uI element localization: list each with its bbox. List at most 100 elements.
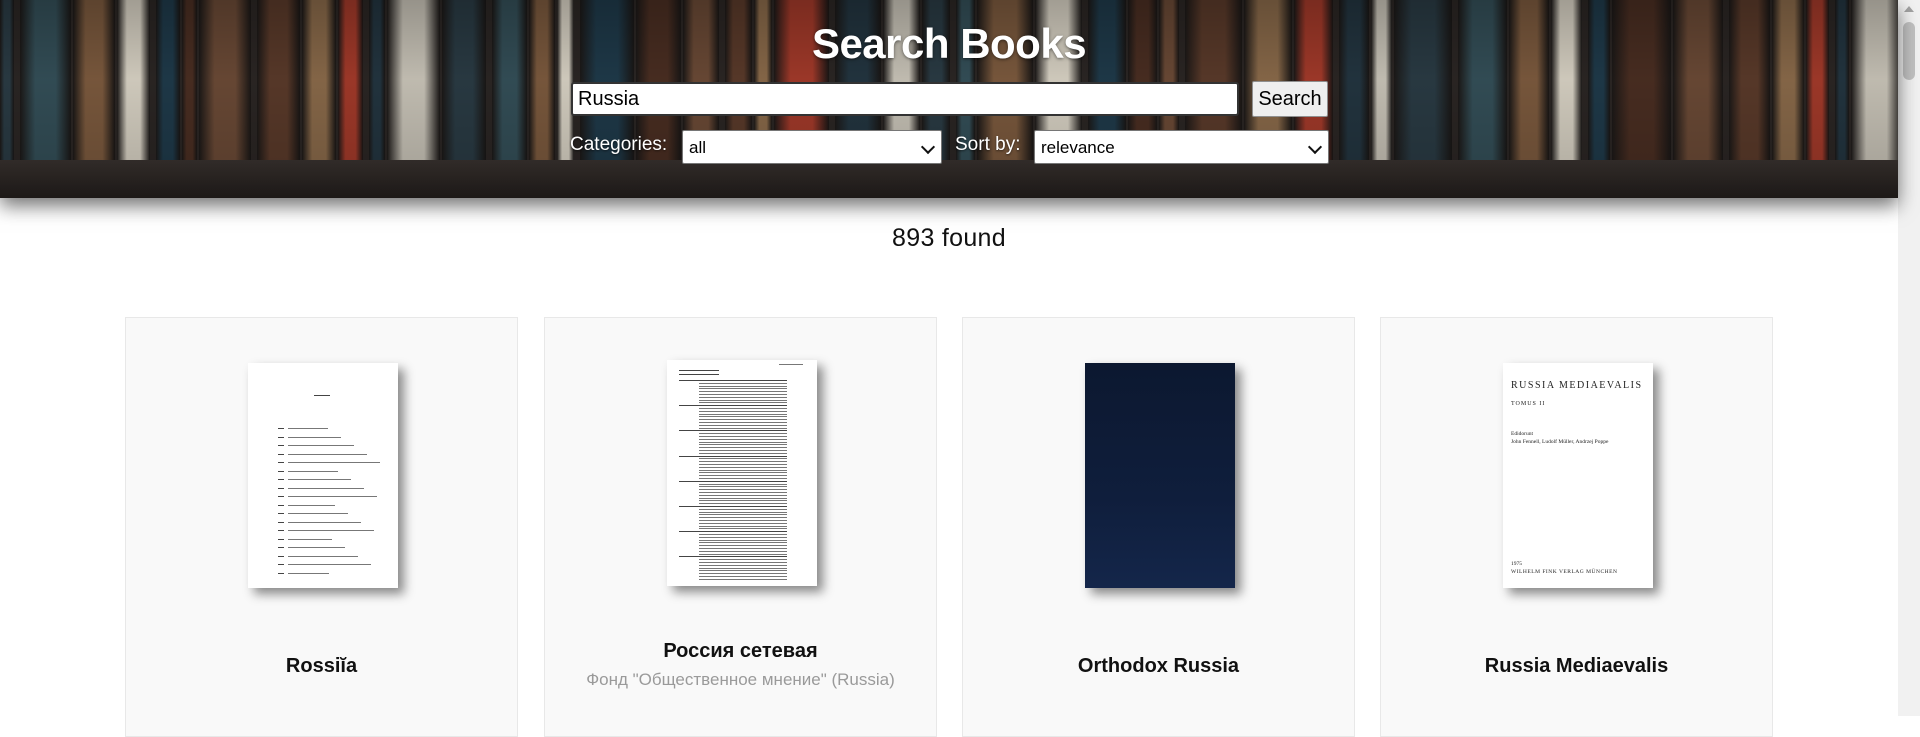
cover-text-line [288,530,374,531]
book-title[interactable]: Russia Mediaevalis [1381,655,1772,678]
page-title: Search Books [811,20,1087,67]
cover-text-line [278,453,284,455]
cover-text-line [699,528,787,530]
cover-text-line [278,504,284,506]
cover-text-line [314,395,330,396]
cover-text-line [278,470,284,472]
book-card[interactable]: Orthodox Russia [962,317,1355,737]
cover-text-line [278,479,284,480]
cover-text-line [699,461,787,463]
cover-text-line [699,567,787,569]
cover-text-line [699,388,787,390]
cover-text-line [699,410,787,412]
cover-text-line [278,564,284,565]
cover-text-line [699,522,787,524]
cover-text-line [699,562,787,563]
cover-text-line [699,514,787,516]
cover-text-line [288,487,364,489]
cover-text-line [699,408,787,409]
cover-text-line [699,497,787,499]
cover-text-line [288,436,341,438]
cover-text-line [699,472,787,474]
cover-text-line [699,489,787,491]
cover-text-line [699,450,787,451]
cover-text-line [278,572,284,574]
cover-text-line [699,559,787,561]
cover-text-line [288,538,332,540]
cover-text-line [699,444,787,446]
cover-text-line [699,438,787,440]
cover-text-line [699,511,787,513]
cover-text-line [278,487,284,489]
cover-text-line [699,441,787,443]
cover-text-line [679,405,787,407]
cover-text-line [679,374,719,375]
cover-text-line [288,462,380,463]
cover-text-line [699,492,787,493]
search-button[interactable]: Search [1252,81,1328,117]
cover-text-line [699,447,787,449]
cover-text-line [288,504,335,506]
cover-text-line [278,513,284,514]
cover-text-line [278,521,284,523]
cover-text-line [699,385,787,387]
cover-text-line [699,508,787,510]
cover-text-line [699,570,787,572]
page-scrollbar[interactable] [1898,0,1920,716]
cover-text-line [699,564,787,566]
cover-text-line [779,364,803,365]
cover-text-line [278,530,284,531]
cover-text-line [699,422,787,423]
cover-text-line [679,430,787,432]
sort-label: Sort by: [955,134,1021,155]
scroll-up-arrow-icon[interactable] [1904,6,1914,12]
book-card[interactable]: RUSSIA MEDIAEVALIS TOMUS II Edidorunt Jo… [1380,317,1773,737]
cover-text-line [679,455,787,457]
cover-text-line [699,478,787,479]
book-title[interactable]: Rossiĭa [126,655,517,678]
book-cover-contents-page-icon[interactable] [667,360,817,586]
cover-text-line [699,416,787,418]
cover-heading: RUSSIA MEDIAEVALIS [1511,380,1643,391]
cover-text-line [699,396,787,398]
cover-text-line [699,458,787,460]
results-count: 893 found [892,224,1006,252]
cover-text-line [699,525,787,527]
cover-text-line [278,547,284,548]
cover-text-line [288,547,345,548]
search-input[interactable] [571,82,1239,116]
book-cover-title-page-icon[interactable]: RUSSIA MEDIAEVALIS TOMUS II Edidorunt Jo… [1503,363,1653,588]
cover-text-line [699,520,787,521]
cover-text-line [699,464,787,465]
cover-text-line [699,494,787,496]
cover-text-line [699,545,787,547]
cover-text-line [699,433,787,435]
sort-select[interactable]: relevance [1034,130,1329,164]
book-card[interactable]: Россия сетевая Фонд "Общественное мнение… [544,317,937,737]
cover-text-line [699,419,787,421]
cover-text-line [699,550,787,552]
book-title[interactable]: Россия сетевая [545,640,936,663]
cover-text-line [699,436,787,437]
cover-text-line [278,555,284,557]
scrollbar-thumb[interactable] [1903,22,1915,80]
cover-text-line [699,576,787,577]
book-card[interactable]: Rossiĭa [125,317,518,737]
cover-text-line [288,496,377,497]
cover-text-line [699,424,787,426]
cover-text-line [699,553,787,555]
cover-text-line [699,500,787,502]
cover-text-line [699,486,787,488]
cover-text-line [699,394,787,395]
cover-text-line [699,536,787,538]
cover-volume: TOMUS II [1511,401,1546,407]
cover-editors-label: Edidorunt [1511,431,1533,437]
book-cover-dark-blue-icon[interactable] [1085,363,1235,588]
categories-select[interactable]: all [682,130,942,164]
book-cover-index-page-icon[interactable] [248,363,398,588]
book-title[interactable]: Orthodox Russia [963,655,1354,678]
cover-text-line [288,555,358,557]
cover-text-line [288,572,329,574]
cover-text-line [278,538,284,540]
cover-text-line [278,445,284,446]
